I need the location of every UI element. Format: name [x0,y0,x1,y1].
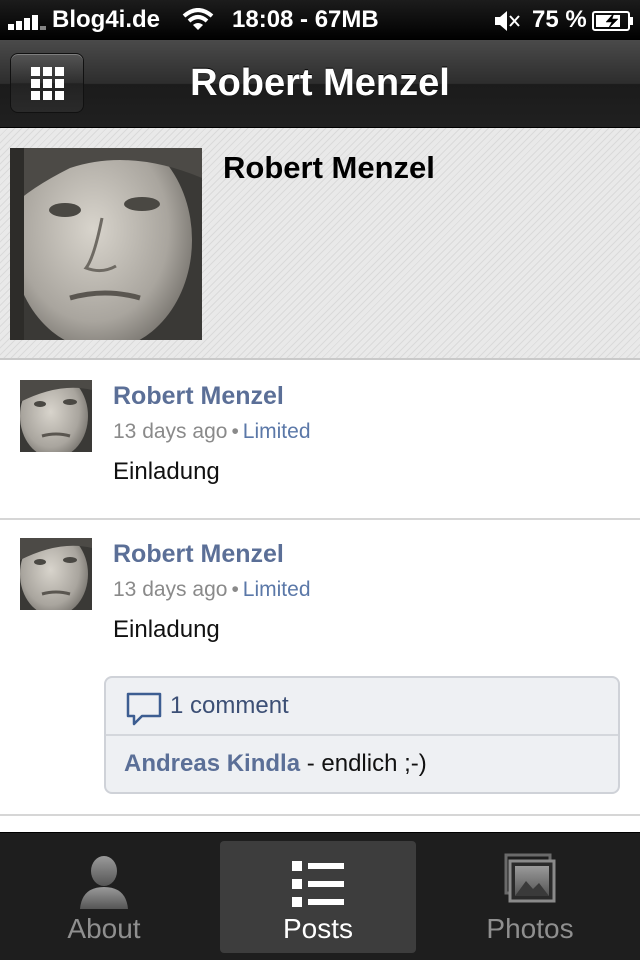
post-text: Einladung [113,458,220,485]
author-avatar[interactable] [20,538,92,610]
comment-author-link[interactable]: Andreas Kindla [124,750,300,777]
tab-photos[interactable]: Photos [432,833,628,960]
tab-label: About [67,913,141,944]
post-visibility-link[interactable]: Limited [243,420,311,443]
meta-separator: • [231,420,239,443]
page-title: Robert Menzel [190,62,450,104]
comment-bubble-icon [126,692,162,726]
post-author-link[interactable]: Robert Menzel [113,540,284,569]
battery-percent: 75 % [532,6,587,33]
comment-box: 1 comment Andreas Kindla - endlich ;-) [104,676,620,794]
post-meta: 13 days ago • Limited [113,420,311,444]
post-item[interactable]: Robert Menzel 13 days ago • Limited Einlad… [0,520,640,816]
status-bar: Blog4i.de 18:08 - 67MB 75 % [0,0,640,40]
carrier-name: Blog4i.de [52,6,161,33]
post-timestamp: 13 days ago [113,420,228,443]
nav-bar: Robert Menzel [0,40,640,128]
post-author-link[interactable]: Robert Menzel [113,382,284,411]
profile-header: Robert Menzel [0,128,640,360]
author-avatar[interactable] [20,380,92,452]
tab-about[interactable]: About [6,833,202,960]
signal-icon [8,12,48,30]
comment-count: 1 comment [170,692,289,719]
list-icon [292,861,344,907]
comment-line: Andreas Kindla - endlich ;-) [124,750,427,778]
status-time: 18:08 - 67MB [232,6,379,33]
battery-charging-icon [592,11,633,31]
photos-icon [504,853,556,903]
post-text: Einladung [113,616,220,643]
post-item[interactable]: Robert Menzel 13 days ago • Limited Einlad… [0,362,640,520]
tab-label: Posts [282,913,354,944]
tab-posts[interactable]: Posts [220,841,416,953]
comment-text: - endlich ;-) [306,750,427,777]
post-timestamp: 13 days ago [113,578,228,601]
comment-count-row[interactable]: 1 comment [106,678,618,736]
profile-photo[interactable] [10,148,202,340]
post-visibility-link[interactable]: Limited [243,578,311,601]
person-icon [80,856,128,909]
post-meta: 13 days ago • Limited [113,578,311,602]
comment-item: Andreas Kindla - endlich ;-) [106,738,618,792]
tab-label: Photos [486,913,574,944]
wifi-icon [182,8,214,30]
profile-name: Robert Menzel [223,150,435,185]
mute-icon [495,11,520,31]
meta-separator: • [231,578,239,601]
tab-bar: About Posts Photos [0,832,640,960]
